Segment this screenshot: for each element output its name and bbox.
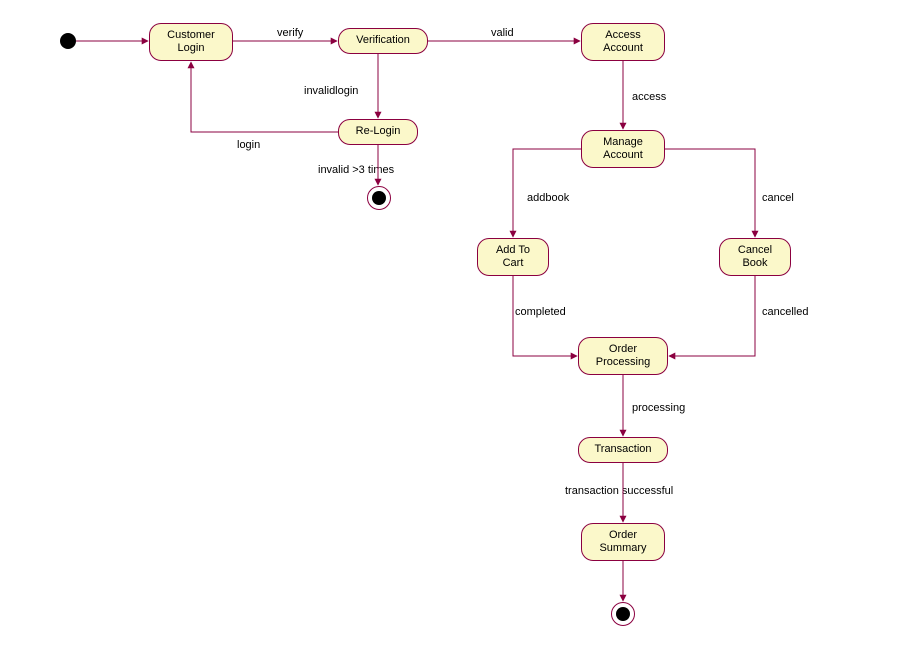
- state-verification: Verification: [338, 28, 428, 54]
- state-cancel-book: CancelBook: [719, 238, 791, 276]
- edge-label-cancel: cancel: [762, 192, 794, 204]
- edges-layer: [0, 0, 912, 655]
- node-label: Re-Login: [356, 125, 401, 138]
- state-transaction: Transaction: [578, 437, 668, 463]
- node-label: Add ToCart: [496, 244, 530, 270]
- edge-label-completed: completed: [515, 306, 566, 318]
- state-access-account: AccessAccount: [581, 23, 665, 61]
- initial-state: [60, 33, 76, 49]
- edge-label-login: login: [237, 139, 260, 151]
- state-add-to-cart: Add ToCart: [477, 238, 549, 276]
- edge-label-cancelled: cancelled: [762, 306, 808, 318]
- edge-label-invalid3: invalid >3 times: [318, 164, 394, 176]
- node-label: CancelBook: [738, 244, 772, 270]
- edge-label-valid: valid: [491, 27, 514, 39]
- node-label: CustomerLogin: [167, 29, 215, 55]
- edge-label-access: access: [632, 91, 666, 103]
- state-order-processing: OrderProcessing: [578, 337, 668, 375]
- edge-label-invalidlogin: invalidlogin: [304, 85, 358, 97]
- node-label: Transaction: [594, 443, 651, 456]
- edge-label-transaction-successful: transaction successful: [565, 485, 673, 497]
- state-order-summary: OrderSummary: [581, 523, 665, 561]
- node-label: ManageAccount: [603, 136, 643, 162]
- final-state-login: [367, 186, 391, 210]
- edge-label-verify: verify: [277, 27, 303, 39]
- state-re-login: Re-Login: [338, 119, 418, 145]
- state-diagram: CustomerLogin Verification AccessAccount…: [0, 0, 912, 655]
- state-customer-login: CustomerLogin: [149, 23, 233, 61]
- edge-label-processing: processing: [632, 402, 685, 414]
- node-label: Verification: [356, 34, 410, 47]
- final-state-order: [611, 602, 635, 626]
- edge-label-addbook: addbook: [527, 192, 569, 204]
- node-label: OrderProcessing: [596, 343, 650, 369]
- node-label: OrderSummary: [599, 529, 646, 555]
- state-manage-account: ManageAccount: [581, 130, 665, 168]
- node-label: AccessAccount: [603, 29, 643, 55]
